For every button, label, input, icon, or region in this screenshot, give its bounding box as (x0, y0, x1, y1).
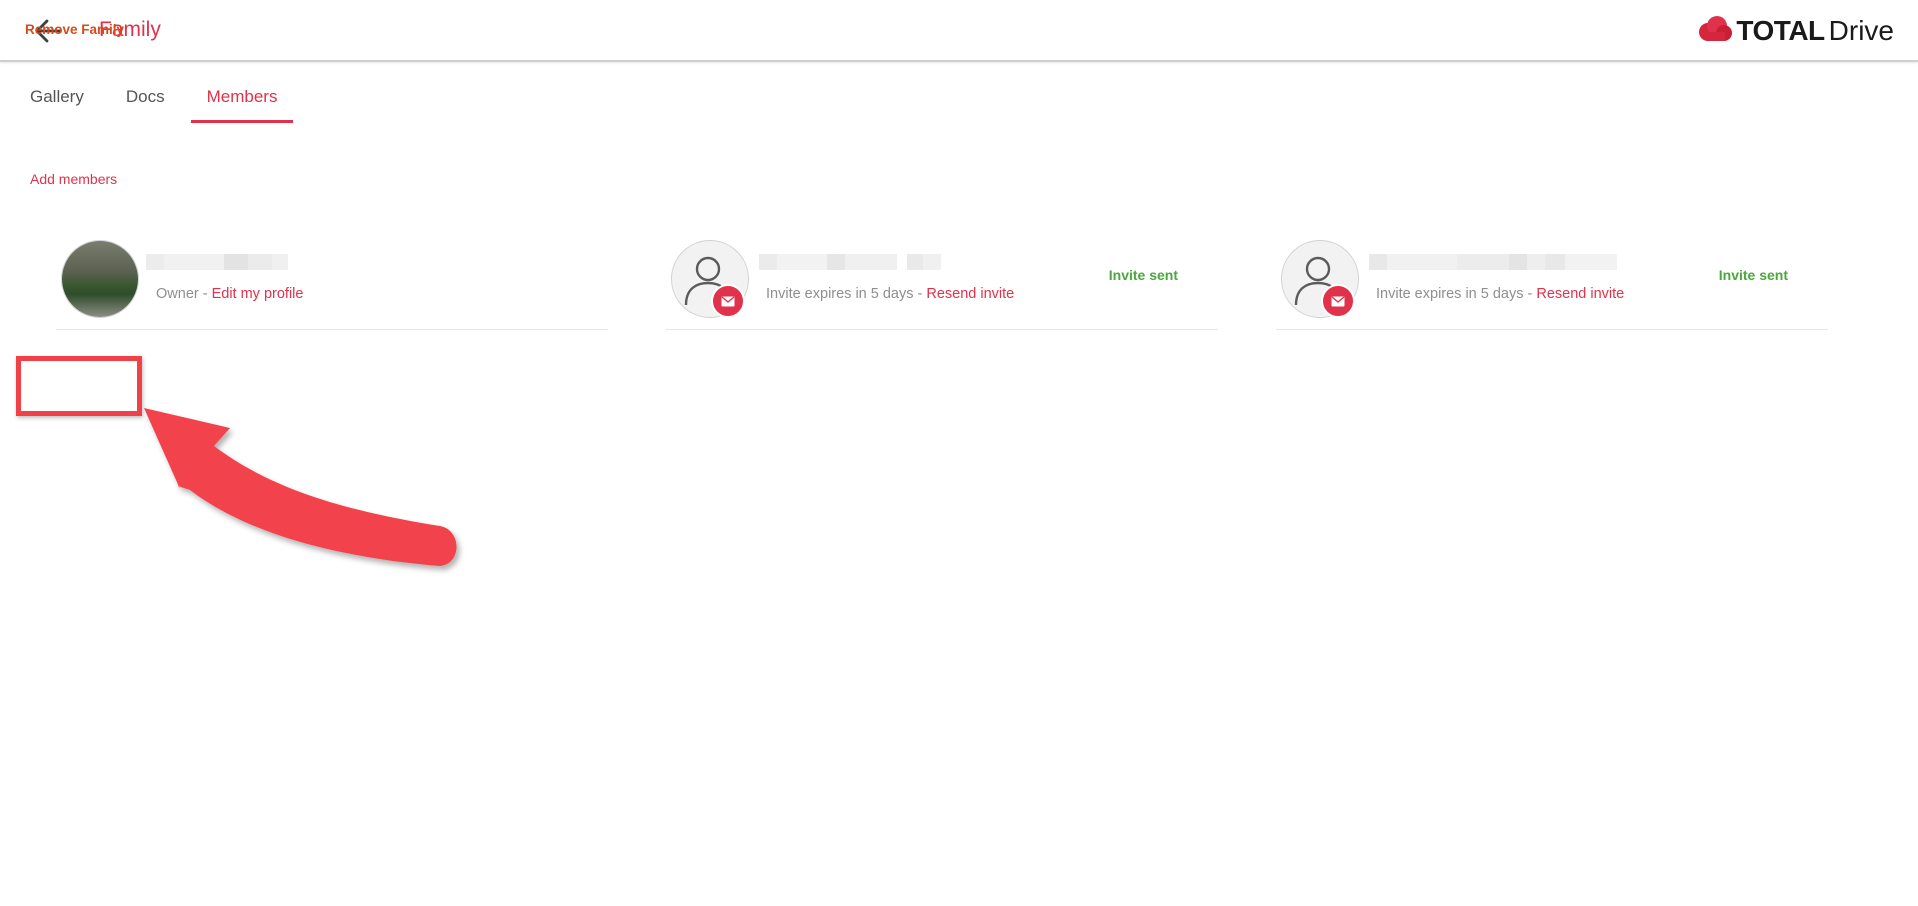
member-role-line: Owner - Edit my profile (156, 286, 303, 302)
resend-invite-link[interactable]: Resend invite (1536, 286, 1624, 302)
mail-icon (1321, 284, 1355, 318)
app-header: Family TOTAL Drive (0, 0, 1918, 62)
member-invite-line: Invite expires in 5 days - Resend invite (766, 286, 1014, 302)
tab-gallery[interactable]: Gallery (14, 70, 100, 122)
profile-photo (62, 241, 138, 317)
brand-name-regular: Drive (1828, 15, 1894, 46)
invite-expiry-text: Invite expires in 5 days - (766, 286, 927, 302)
mail-icon (711, 284, 745, 318)
avatar (61, 240, 139, 318)
tab-bar: Gallery Docs Members (14, 70, 303, 124)
add-members-link[interactable]: Add members (30, 171, 117, 187)
brand-name-bold: TOTAL (1736, 15, 1825, 46)
resend-invite-link[interactable]: Resend invite (926, 286, 1014, 302)
tab-members[interactable]: Members (190, 70, 294, 123)
brand-logo: TOTAL Drive (1698, 15, 1894, 47)
remove-family-button[interactable]: Remove Family (25, 22, 124, 37)
invite-status-badge: Invite sent (1108, 267, 1178, 283)
member-card-owner: Owner - Edit my profile (56, 236, 608, 330)
tab-docs[interactable]: Docs (110, 70, 181, 122)
cloud-logo-icon (1698, 15, 1733, 47)
highlight-box-annotation (16, 356, 142, 416)
invite-status-badge: Invite sent (1718, 267, 1788, 283)
member-card-invited: Invite expires in 5 days - Resend invite… (666, 236, 1218, 330)
edit-profile-link[interactable]: Edit my profile (212, 286, 304, 302)
pointer-arrow-annotation (144, 408, 457, 566)
member-card-invited: Invite expires in 5 days - Resend invite… (1276, 236, 1828, 330)
invite-expiry-text: Invite expires in 5 days - (1376, 286, 1537, 302)
member-invite-line: Invite expires in 5 days - Resend invite (1376, 286, 1624, 302)
member-role-text: Owner - (156, 286, 212, 302)
